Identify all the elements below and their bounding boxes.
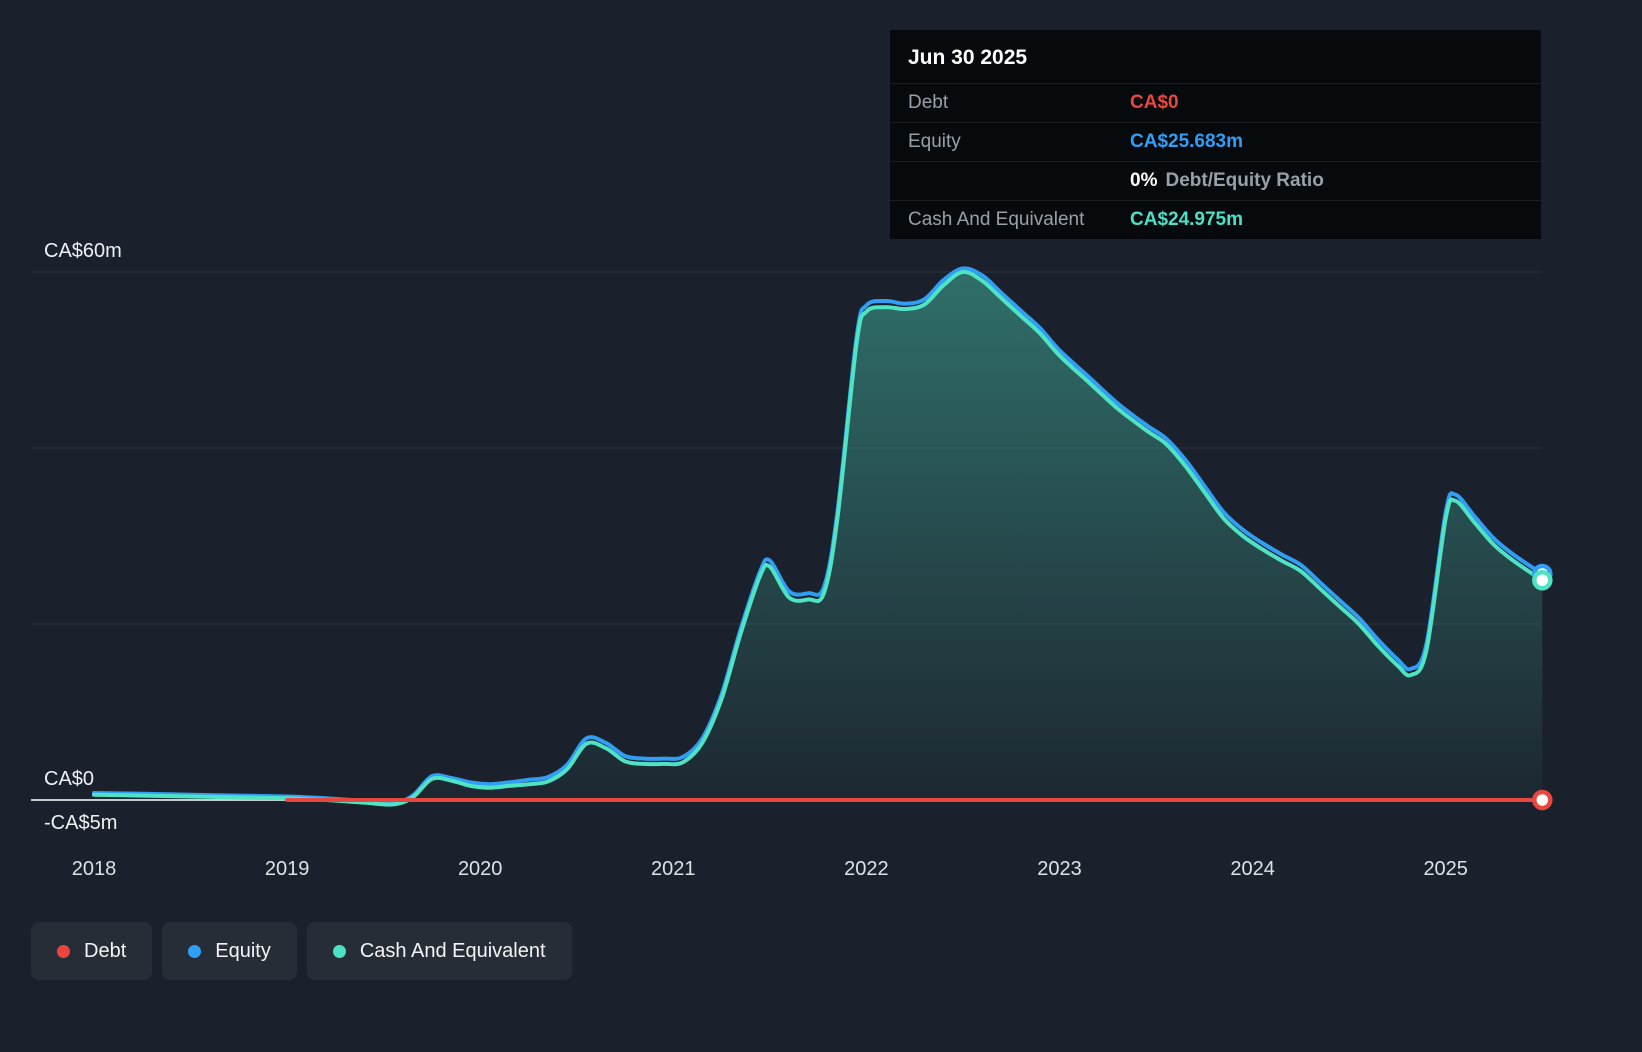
tooltip-ratio-value: 0% bbox=[1130, 170, 1158, 191]
legend-item-equity[interactable]: Equity bbox=[162, 922, 297, 980]
y-axis-label: CA$0 bbox=[44, 768, 95, 790]
x-axis-label: 2023 bbox=[1037, 858, 1082, 880]
chart-tooltip: Jun 30 2025 Debt CA$0 Equity CA$25.683m … bbox=[890, 30, 1541, 239]
tooltip-row-cash: Cash And Equivalent CA$24.975m bbox=[890, 200, 1541, 239]
x-axis-label: 2020 bbox=[457, 858, 503, 880]
legend-item-debt[interactable]: Debt bbox=[31, 922, 153, 980]
tooltip-row-ratio: 0% Debt/Equity Ratio bbox=[890, 161, 1541, 200]
x-axis-label: 2024 bbox=[1230, 858, 1275, 880]
equity-dot-icon bbox=[188, 944, 202, 958]
tooltip-cash-label: Cash And Equivalent bbox=[908, 209, 1085, 230]
debt-dot-icon bbox=[57, 944, 70, 958]
tooltip-equity-value: CA$25.683m bbox=[1130, 131, 1244, 152]
tooltip-debt-value: CA$0 bbox=[1130, 92, 1179, 113]
x-axis-label: 2018 bbox=[71, 858, 117, 880]
app-canvas: CA$60m CA$0 -CA$5m 2018 2019 2020 2021 2022 202… bbox=[0, 0, 1642, 1052]
legend-label-debt: Debt bbox=[84, 939, 127, 962]
tooltip-debt-label: Debt bbox=[908, 92, 949, 113]
tooltip-equity-label: Equity bbox=[908, 131, 961, 152]
x-axis-label: 2019 bbox=[264, 858, 310, 880]
x-axis-label: 2021 bbox=[651, 858, 696, 880]
x-axis-label: 2025 bbox=[1423, 858, 1468, 880]
x-axis-labels: 2018 2019 2020 2021 2022 2023 2024 2025 bbox=[0, 858, 1642, 886]
x-axis-label: 2022 bbox=[844, 858, 889, 880]
tooltip-ratio-label: Debt/Equity Ratio bbox=[1165, 170, 1324, 191]
legend-label-equity: Equity bbox=[215, 939, 271, 962]
y-axis-label: CA$60m bbox=[44, 240, 122, 262]
chart-legend: Debt Equity Cash And Equivalent bbox=[31, 922, 572, 980]
tooltip-row-debt: Debt CA$0 bbox=[890, 83, 1541, 122]
y-axis-label: -CA$5m bbox=[44, 812, 118, 834]
tooltip-date: Jun 30 2025 bbox=[908, 46, 1028, 69]
tooltip-row-equity: Equity CA$25.683m bbox=[890, 122, 1541, 161]
legend-label-cash: Cash And Equivalent bbox=[359, 939, 546, 962]
cash-dot-icon bbox=[332, 944, 346, 958]
tooltip-cash-value: CA$24.975m bbox=[1130, 209, 1244, 230]
legend-item-cash[interactable]: Cash And Equivalent bbox=[306, 922, 572, 980]
